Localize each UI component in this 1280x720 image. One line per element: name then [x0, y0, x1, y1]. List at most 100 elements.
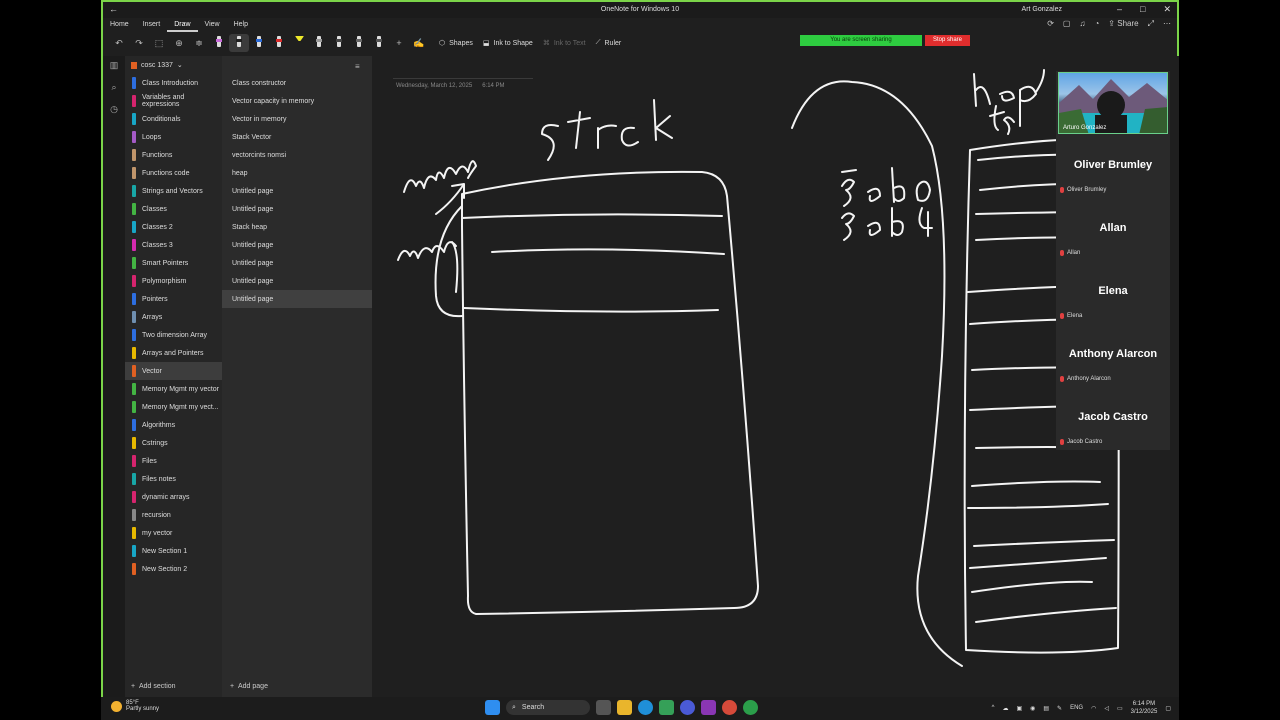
- clock[interactable]: 6:14 PM 3/12/2025: [1131, 700, 1158, 716]
- redo-icon[interactable]: ↷: [129, 38, 149, 49]
- fullscreen-icon[interactable]: ⤢: [1148, 19, 1154, 29]
- weather-widget[interactable]: 85°F Partly sunny: [111, 700, 159, 712]
- touch-draw-icon[interactable]: ✍: [409, 38, 429, 49]
- section-item[interactable]: Classes 2: [125, 218, 222, 236]
- zoom-icon[interactable]: [680, 700, 695, 715]
- stop-share-button[interactable]: Stop share: [925, 35, 970, 46]
- page-item[interactable]: Vector in memory: [222, 110, 372, 128]
- ribbon-tab-help[interactable]: Help: [227, 18, 255, 32]
- page-item[interactable]: Class constructor: [222, 74, 372, 92]
- section-item[interactable]: recursion: [125, 506, 222, 524]
- section-item[interactable]: New Section 1: [125, 542, 222, 560]
- section-item[interactable]: Classes 3: [125, 236, 222, 254]
- section-item[interactable]: Cstrings: [125, 434, 222, 452]
- tray-app-icon[interactable]: ▤: [1043, 705, 1049, 712]
- ribbon-tab-home[interactable]: Home: [103, 18, 136, 32]
- lasso-select-icon[interactable]: ⬚: [149, 38, 169, 49]
- add-space-icon[interactable]: ⊕: [169, 38, 189, 49]
- section-item[interactable]: Vector: [125, 362, 222, 380]
- section-item[interactable]: dynamic arrays: [125, 488, 222, 506]
- app-icon[interactable]: [743, 700, 758, 715]
- pen-red-icon[interactable]: [269, 34, 289, 52]
- section-item[interactable]: Files notes: [125, 470, 222, 488]
- pen-tray-icon[interactable]: ✎: [1057, 705, 1062, 712]
- battery-icon[interactable]: ▭: [1117, 705, 1123, 712]
- page-item[interactable]: Vector capacity in memory: [222, 92, 372, 110]
- section-item[interactable]: Pointers: [125, 290, 222, 308]
- section-item[interactable]: Files: [125, 452, 222, 470]
- section-item[interactable]: Algorithms: [125, 416, 222, 434]
- tray-app-icon[interactable]: ◉: [1030, 705, 1035, 712]
- ruler-button[interactable]: ⟋ Ruler: [596, 39, 622, 47]
- wifi-icon[interactable]: ◠: [1091, 705, 1096, 712]
- language-indicator[interactable]: ENG: [1070, 705, 1083, 711]
- section-item[interactable]: Arrays and Pointers: [125, 344, 222, 362]
- page-item[interactable]: Untitled page: [222, 200, 372, 218]
- notification-center-icon[interactable]: ▢: [1165, 705, 1171, 712]
- page-item[interactable]: vectorcints nomsi: [222, 146, 372, 164]
- sync-icon[interactable]: ⟳: [1047, 19, 1054, 29]
- highlighter-yellow-icon[interactable]: [289, 34, 309, 52]
- participant-tile[interactable]: Allan Allan: [1056, 197, 1170, 260]
- search-icon[interactable]: ⌕: [111, 82, 116, 93]
- add-page-button[interactable]: + Add page: [230, 683, 268, 690]
- maximize-icon[interactable]: □: [1140, 4, 1145, 15]
- sort-icon[interactable]: ≡: [355, 62, 360, 71]
- windows-start-icon[interactable]: [485, 700, 500, 715]
- volume-icon[interactable]: ◁: [1104, 705, 1109, 712]
- section-item[interactable]: Memory Mgmt my vector: [125, 380, 222, 398]
- ink-to-shape-button[interactable]: ⬓ Ink to Shape: [483, 39, 533, 48]
- notebooks-icon[interactable]: ▥: [110, 60, 119, 71]
- page-item[interactable]: Stack heap: [222, 218, 372, 236]
- minimize-icon[interactable]: –: [1117, 4, 1122, 15]
- chevron-up-icon[interactable]: ^: [992, 705, 995, 711]
- section-item[interactable]: Classes: [125, 200, 222, 218]
- pen-gray-icon[interactable]: [309, 34, 329, 52]
- pen-black-icon[interactable]: [229, 34, 249, 52]
- edge-icon[interactable]: [638, 700, 653, 715]
- onenote-icon[interactable]: [701, 700, 716, 715]
- ribbon-tab-draw[interactable]: Draw: [167, 18, 198, 32]
- pen-extra-icon[interactable]: [369, 34, 389, 52]
- page-item[interactable]: Untitled page: [222, 290, 372, 308]
- section-item[interactable]: my vector: [125, 524, 222, 542]
- pencil-icon[interactable]: [349, 34, 369, 52]
- page-item[interactable]: Untitled page: [222, 182, 372, 200]
- page-view-icon[interactable]: ▢: [1063, 19, 1071, 29]
- close-icon[interactable]: ✕: [1163, 4, 1171, 15]
- page-item[interactable]: Stack Vector: [222, 128, 372, 146]
- more-icon[interactable]: ⋯: [1163, 19, 1171, 29]
- undo-icon[interactable]: ↶: [109, 38, 129, 49]
- section-item[interactable]: Functions code: [125, 164, 222, 182]
- eraser-icon[interactable]: ≑: [189, 38, 209, 49]
- section-item[interactable]: Polymorphism: [125, 272, 222, 290]
- store-icon[interactable]: [659, 700, 674, 715]
- page-item[interactable]: Untitled page: [222, 272, 372, 290]
- page-item[interactable]: Untitled page: [222, 236, 372, 254]
- notebook-selector[interactable]: cosc 1337 ⌄: [125, 56, 222, 74]
- cloud-icon[interactable]: ☁: [1002, 705, 1008, 712]
- bell-icon[interactable]: ♫: [1079, 19, 1085, 29]
- shapes-button[interactable]: ⬡ Shapes: [439, 39, 473, 48]
- tray-app-icon[interactable]: ▣: [1016, 705, 1022, 712]
- participant-tile[interactable]: Anthony Alarcon Anthony Alarcon: [1056, 323, 1170, 386]
- participant-tile[interactable]: Elena Elena: [1056, 260, 1170, 323]
- section-item[interactable]: Functions: [125, 146, 222, 164]
- section-item[interactable]: Variables and expressions: [125, 92, 222, 110]
- page-item[interactable]: Untitled page: [222, 254, 372, 272]
- ribbon-tab-insert[interactable]: Insert: [136, 18, 168, 32]
- notification-icon[interactable]: ◔: [1094, 19, 1099, 29]
- pen-blue-icon[interactable]: [249, 34, 269, 52]
- task-view-icon[interactable]: [596, 700, 611, 715]
- signed-in-user[interactable]: Art Gonzalez: [1022, 6, 1062, 13]
- pen-dark-icon[interactable]: [329, 34, 349, 52]
- section-item[interactable]: Smart Pointers: [125, 254, 222, 272]
- participant-tile[interactable]: Jacob Castro Jacob Castro: [1056, 386, 1170, 449]
- pen-pink-icon[interactable]: [209, 34, 229, 52]
- self-video-thumbnail[interactable]: Arturo Gonzalez: [1058, 72, 1168, 134]
- taskbar-search[interactable]: ⌕ Search: [506, 700, 590, 715]
- section-item[interactable]: Conditionals: [125, 110, 222, 128]
- share-button[interactable]: ⇪ Share: [1108, 19, 1138, 29]
- recent-icon[interactable]: ◷: [110, 104, 118, 115]
- section-item[interactable]: Arrays: [125, 308, 222, 326]
